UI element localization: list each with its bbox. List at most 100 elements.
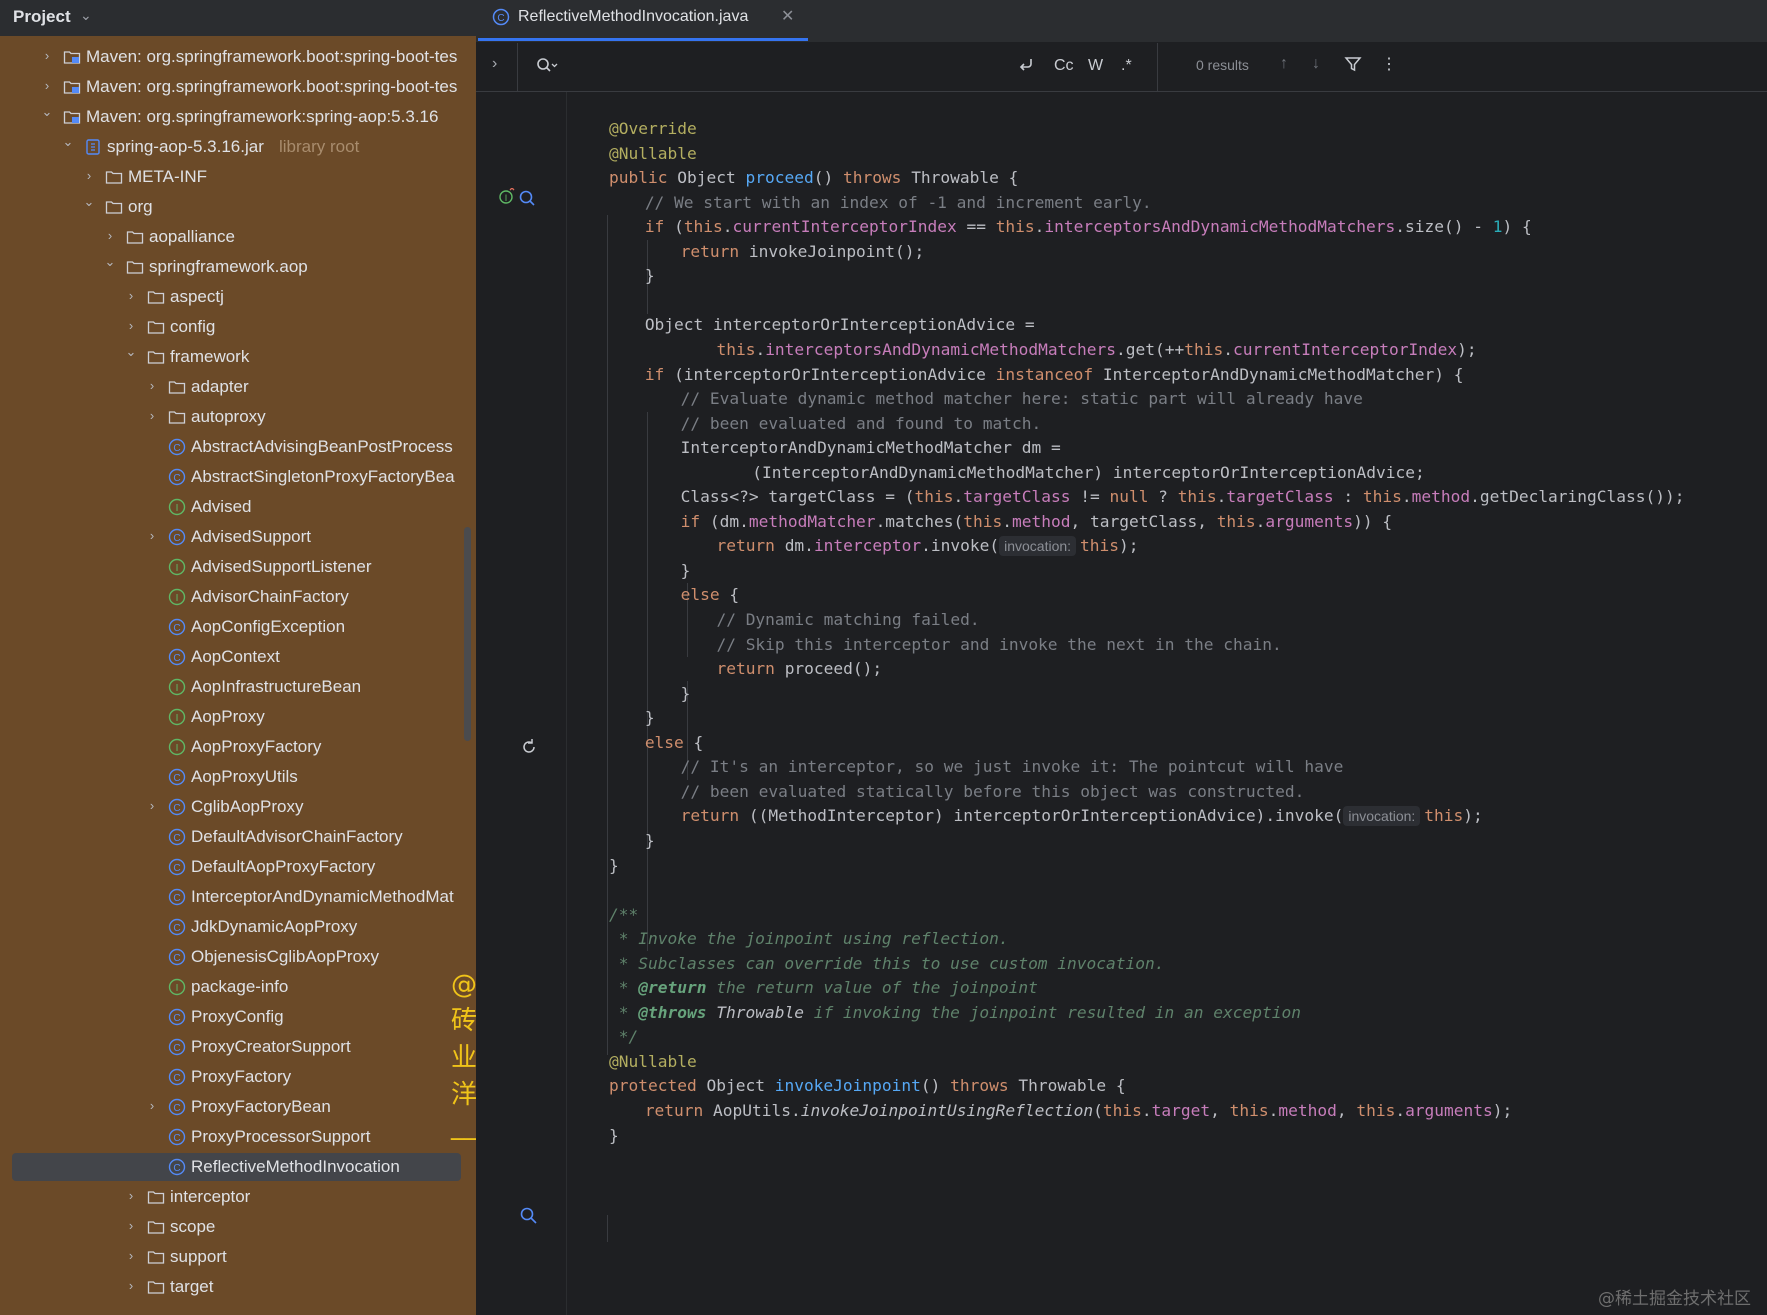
code-token: } <box>680 683 691 703</box>
tree-item[interactable]: ⌄ framework <box>0 342 476 372</box>
tab-reflective-method-invocation[interactable]: C ReflectiveMethodInvocation.java ✕ <box>476 0 808 42</box>
tree-item[interactable]: › aspectj <box>0 282 476 312</box>
code-line: // It's an interceptor, so we just invok… <box>681 753 1344 780</box>
tree-item[interactable]: C AbstractAdvisingBeanPostProcess <box>0 432 476 462</box>
chevron-right-icon[interactable]: › <box>492 55 497 73</box>
chevron-right-icon[interactable]: › <box>145 378 159 394</box>
chevron-right-icon[interactable]: › <box>124 1188 138 1204</box>
chevron-right-icon[interactable]: › <box>145 408 159 424</box>
chevron-right-icon[interactable]: › <box>145 1098 159 1114</box>
tree-item-label: support <box>170 1247 227 1266</box>
tree-item[interactable]: C AopContext <box>0 642 476 672</box>
override-icon[interactable]: I <box>498 187 536 210</box>
tree-item[interactable]: C DefaultAdvisorChainFactory <box>0 822 476 852</box>
tree-item[interactable]: C AopProxyUtils <box>0 762 476 792</box>
chevron-down-icon[interactable]: ⌄ <box>82 194 96 210</box>
tree-item[interactable]: C ProxyCreatorSupport <box>0 1032 476 1062</box>
tree-scrollbar[interactable] <box>464 527 471 741</box>
tree-item[interactable]: ⌄ org <box>0 192 476 222</box>
tree-item[interactable]: I AdvisorChainFactory <box>0 582 476 612</box>
chevron-right-icon[interactable]: › <box>82 168 96 184</box>
code-token: currentInterceptorIndex <box>1233 339 1458 359</box>
tree-item[interactable]: ⌄ Maven: org.springframework:spring-aop:5… <box>0 102 476 132</box>
previous-occurrence-icon[interactable]: ↑ <box>1280 55 1288 73</box>
chevron-down-icon[interactable]: ⌄ <box>40 104 54 120</box>
newline-icon[interactable] <box>1016 55 1036 78</box>
chevron-right-icon[interactable]: › <box>40 48 54 64</box>
tree-item[interactable]: › autoproxy <box>0 402 476 432</box>
chevron-down-icon[interactable]: ⌄ <box>80 8 92 24</box>
tree-item[interactable]: › C CglibAopProxy <box>0 792 476 822</box>
chevron-right-icon[interactable]: › <box>124 1278 138 1294</box>
code-line: // been evaluated and found to match. <box>681 410 1042 437</box>
tree-item[interactable]: Ipackage-info <box>0 972 476 1002</box>
tree-item[interactable]: › target <box>0 1272 476 1302</box>
tree-item[interactable]: › support <box>0 1242 476 1272</box>
filter-icon[interactable] <box>1344 55 1362 78</box>
svg-text:C: C <box>173 833 180 844</box>
chevron-down-icon[interactable]: ⌄ <box>61 134 75 150</box>
code-token: public <box>609 168 678 188</box>
next-occurrence-icon[interactable]: ↓ <box>1312 55 1320 73</box>
code-token: methodMatcher <box>748 511 876 531</box>
close-icon[interactable]: ✕ <box>781 6 794 25</box>
chevron-right-icon[interactable]: › <box>145 528 159 544</box>
more-options-icon[interactable]: ⋮ <box>1381 54 1397 74</box>
tree-item[interactable]: C InterceptorAndDynamicMethodMat <box>0 882 476 912</box>
regex-toggle[interactable]: .* <box>1121 57 1132 75</box>
tree-item[interactable]: ⌄ spring-aop-5.3.16.jar library root <box>0 132 476 162</box>
tree-item[interactable]: C ProxyConfig <box>0 1002 476 1032</box>
recursive-call-icon[interactable] <box>520 738 538 760</box>
tree-item[interactable]: I AopProxy <box>0 702 476 732</box>
tree-item[interactable]: C JdkDynamicAopProxy <box>0 912 476 942</box>
chevron-right-icon[interactable]: › <box>124 1218 138 1234</box>
code-line: } <box>645 704 655 731</box>
tree-item[interactable]: › C AdvisedSupport <box>0 522 476 552</box>
code-token: protected <box>609 1076 707 1096</box>
code-token: .size() - <box>1395 217 1493 237</box>
class-icon: C <box>168 1098 186 1116</box>
code-token: // It's an interceptor, so we just invok… <box>680 757 1344 777</box>
code-token: () <box>813 168 843 188</box>
match-case-toggle[interactable]: Cc <box>1054 57 1074 75</box>
tree-item[interactable]: I Advised <box>0 492 476 522</box>
chevron-down-icon[interactable]: ⌄ <box>124 344 138 360</box>
tree-item[interactable]: › Maven: org.springframework.boot:spring-… <box>0 42 476 72</box>
tree-item[interactable]: C ObjenesisCglibAopProxy <box>0 942 476 972</box>
class-icon: C <box>168 1038 186 1056</box>
tree-item[interactable]: C AopConfigException <box>0 612 476 642</box>
whole-words-toggle[interactable]: W <box>1088 57 1103 75</box>
chevron-right-icon[interactable]: › <box>145 798 159 814</box>
tree-item[interactable]: I AopInfrastructureBean <box>0 672 476 702</box>
class-icon: C <box>168 1008 186 1026</box>
code-token: // Skip this interceptor and invoke the … <box>716 634 1282 654</box>
tree-item[interactable]: C AbstractSingletonProxyFactoryBea <box>0 462 476 492</box>
tree-item[interactable]: I AdvisedSupportListener <box>0 552 476 582</box>
project-panel-title[interactable]: Project <box>13 7 71 27</box>
search-icon[interactable] <box>536 57 558 80</box>
chevron-right-icon[interactable]: › <box>124 1248 138 1264</box>
tree-item[interactable]: › scope <box>0 1212 476 1242</box>
tree-item[interactable]: › aopalliance <box>0 222 476 252</box>
tree-item[interactable]: I AopProxyFactory <box>0 732 476 762</box>
tree-item[interactable]: › META-INF <box>0 162 476 192</box>
tree-item[interactable]: C DefaultAopProxyFactory <box>0 852 476 882</box>
code-token: currentInterceptorIndex <box>732 217 957 237</box>
indent-guide <box>607 1215 608 1242</box>
chevron-right-icon[interactable]: › <box>124 288 138 304</box>
tree-item[interactable]: C ProxyFactory <box>0 1062 476 1092</box>
chevron-right-icon[interactable]: › <box>103 228 117 244</box>
tree-item[interactable]: › interceptor <box>0 1182 476 1212</box>
chevron-right-icon[interactable]: › <box>124 318 138 334</box>
tree-item[interactable]: › config <box>0 312 476 342</box>
tree-item[interactable]: C ReflectiveMethodInvocation <box>0 1152 476 1182</box>
tree-item[interactable]: ⌄ springframework.aop <box>0 252 476 282</box>
tree-item[interactable]: C ProxyProcessorSupport <box>0 1122 476 1152</box>
find-usages-icon[interactable] <box>520 1207 538 1229</box>
tree-item[interactable]: › Maven: org.springframework.boot:spring-… <box>0 72 476 102</box>
chevron-down-icon[interactable]: ⌄ <box>103 254 117 270</box>
code-editor[interactable]: @Override @Nullable public Object proceed(… <box>567 92 1767 1315</box>
chevron-right-icon[interactable]: › <box>40 78 54 94</box>
tree-item[interactable]: › adapter <box>0 372 476 402</box>
tree-item[interactable]: › C ProxyFactoryBean <box>0 1092 476 1122</box>
